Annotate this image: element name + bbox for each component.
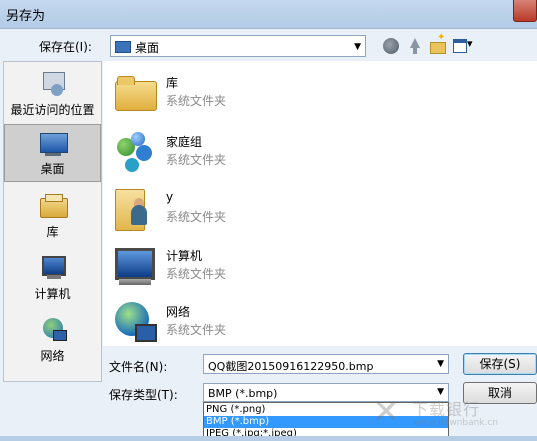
new-folder-icon[interactable] bbox=[429, 32, 446, 54]
homegroup-icon bbox=[113, 130, 157, 174]
location-dropdown[interactable]: 桌面 ▼ bbox=[110, 35, 366, 57]
toolbar: 保存在(I): 桌面 ▼ bbox=[0, 29, 537, 65]
recent-places-icon bbox=[39, 70, 67, 96]
file-type: 系统文件夹 bbox=[166, 323, 227, 337]
network-icon bbox=[39, 316, 67, 342]
file-name: 计算机 bbox=[166, 249, 203, 263]
sidebar-item-computer[interactable]: 计算机 bbox=[4, 248, 101, 306]
filetype-dropdown-list: PNG (*.png) BMP (*.bmp) JPEG (*.jpg;*.jp… bbox=[203, 402, 449, 440]
view-menu-icon[interactable] bbox=[453, 37, 475, 54]
library-icon bbox=[39, 192, 68, 218]
library-folder-icon bbox=[113, 71, 157, 115]
sidebar-item-library[interactable]: 库 bbox=[4, 186, 101, 244]
file-name: 库 bbox=[166, 76, 179, 90]
filename-value: QQ截图20150916122950.bmp bbox=[208, 360, 374, 373]
sidebar-item-label: 计算机 bbox=[34, 287, 71, 301]
file-list: 库 系统文件夹 家庭组 系统文件夹 y 系统文件夹 计算机 系统文件夹 网络 系… bbox=[103, 61, 537, 346]
back-icon[interactable] bbox=[383, 38, 399, 54]
file-name: 家庭组 bbox=[166, 135, 203, 149]
list-item[interactable]: 库 系统文件夹 bbox=[113, 66, 413, 120]
sidebar-item-label: 桌面 bbox=[40, 162, 65, 176]
file-type: 系统文件夹 bbox=[166, 94, 227, 108]
list-item[interactable]: y 系统文件夹 bbox=[113, 182, 413, 236]
up-folder-icon[interactable] bbox=[407, 38, 423, 54]
chevron-down-icon[interactable]: ▼ bbox=[437, 359, 444, 369]
sidebar-item-recent[interactable]: 最近访问的位置 bbox=[4, 64, 101, 122]
filetype-option-png[interactable]: PNG (*.png) bbox=[204, 404, 448, 416]
close-button[interactable] bbox=[513, 0, 537, 22]
desktop-mini-icon bbox=[115, 41, 131, 53]
location-value: 桌面 bbox=[135, 41, 160, 55]
filename-input[interactable]: QQ截图20150916122950.bmp ▼ bbox=[203, 354, 449, 374]
save-form: 文件名(N): QQ截图20150916122950.bmp ▼ 保存类型(T)… bbox=[103, 346, 537, 441]
chevron-down-icon[interactable]: ▼ bbox=[354, 42, 361, 52]
user-folder-icon bbox=[113, 187, 157, 231]
sidebar-item-network[interactable]: 网络 bbox=[4, 310, 101, 368]
sidebar-item-desktop[interactable]: 桌面 bbox=[4, 124, 101, 182]
sidebar-item-label: 最近访问的位置 bbox=[10, 103, 95, 117]
list-item[interactable]: 计算机 系统文件夹 bbox=[113, 239, 413, 293]
filetype-option-bmp[interactable]: BMP (*.bmp) bbox=[204, 416, 448, 428]
file-name: 网络 bbox=[166, 305, 191, 319]
computer-icon bbox=[39, 254, 67, 280]
computer-icon bbox=[113, 244, 157, 288]
save-button[interactable]: 保存(S) bbox=[463, 353, 537, 375]
chevron-down-icon[interactable]: ▼ bbox=[437, 387, 444, 397]
file-type: 系统文件夹 bbox=[166, 267, 227, 281]
file-type: 系统文件夹 bbox=[166, 153, 227, 167]
network-icon bbox=[113, 300, 157, 344]
desktop-icon bbox=[39, 131, 68, 157]
filetype-select[interactable]: BMP (*.bmp) ▼ bbox=[203, 383, 449, 402]
window-title: 另存为 bbox=[6, 9, 46, 24]
file-name: y bbox=[166, 190, 174, 204]
filetype-value: BMP (*.bmp) bbox=[208, 387, 278, 400]
file-type: 系统文件夹 bbox=[166, 210, 227, 224]
window-frame-bottom bbox=[0, 436, 537, 441]
places-sidebar: 最近访问的位置 桌面 库 计算机 网络 bbox=[3, 61, 102, 382]
title-bar: 另存为 bbox=[0, 0, 537, 29]
filetype-label: 保存类型(T): bbox=[109, 388, 178, 402]
filename-label: 文件名(N): bbox=[109, 360, 168, 374]
list-item[interactable]: 网络 系统文件夹 bbox=[113, 295, 413, 349]
sidebar-item-label: 网络 bbox=[40, 349, 65, 363]
sidebar-item-label: 库 bbox=[46, 225, 59, 239]
list-item[interactable]: 家庭组 系统文件夹 bbox=[113, 125, 413, 179]
save-in-label: 保存在(I): bbox=[39, 40, 92, 54]
cancel-button[interactable]: 取消 bbox=[463, 382, 537, 404]
